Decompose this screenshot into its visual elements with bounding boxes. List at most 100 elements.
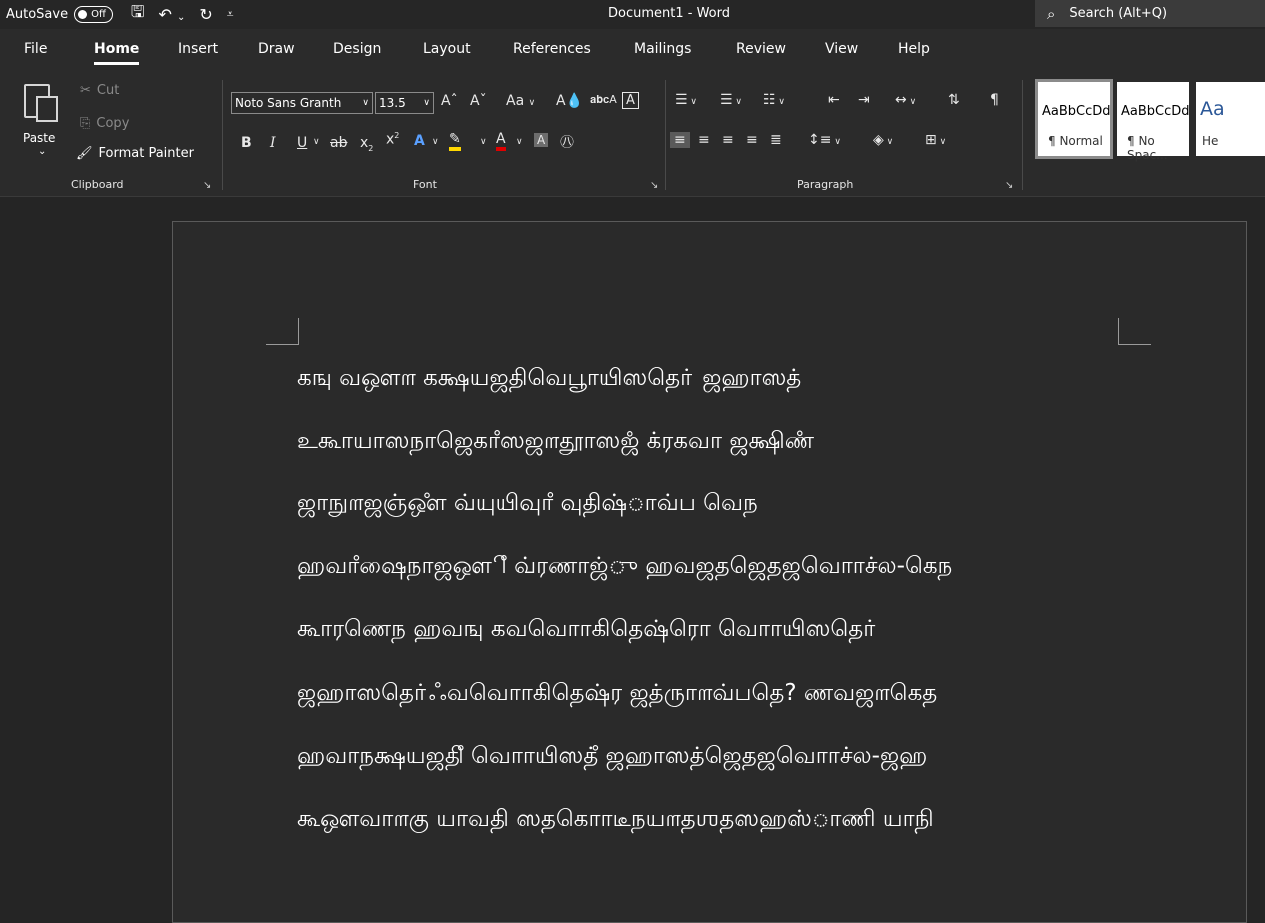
chevron-down-icon: ∨ [423,98,430,108]
style-sample: AaBbCcDd [1121,104,1190,119]
distributed-icon[interactable]: ≣ [770,132,782,148]
bullets-icon[interactable]: ☰ ∨ [675,92,697,108]
tab-mailings[interactable]: Mailings [634,41,691,57]
search-icon: ⌕ [1047,4,1056,23]
document-line[interactable]: கூாரணெந ஹவஙு கவவொாகிதெஷ்ரொ வொாயிஸதொ் [297,616,878,645]
subscript-icon[interactable]: x2 [360,135,373,153]
shading-icon[interactable]: ◈ ∨ [873,132,893,148]
character-shading-icon[interactable]: A [534,133,549,147]
cut-button[interactable]: ✂ Cut [80,83,119,98]
decrease-indent-icon[interactable]: ⇤ [828,92,840,108]
superscript-icon[interactable]: x2 [386,131,399,148]
document-line[interactable]: கஙு வஔ௱ கக்ஷயஜதிவெபூாயிஸதொ் ஜஹாஸத் [297,365,801,394]
increase-indent-icon[interactable]: ⇥ [858,92,870,108]
tab-home[interactable]: Home [94,41,140,65]
tab-design[interactable]: Design [333,41,381,57]
borders-icon[interactable]: ⊞ ∨ [925,132,946,148]
paste-dropdown-icon[interactable]: ⌄ [38,146,46,157]
document-line[interactable]: ஹவாநக்ஷயஜதிஂ வொாயிஸத்ஂ ஜஹாஸத்ஜெதஜவொாச்ல-… [297,743,927,772]
customize-qat-icon[interactable]: ⩡ [227,7,234,22]
style-normal[interactable]: AaBbCcDd ¶ Normal [1035,79,1113,159]
clipboard-launcher-icon[interactable]: ↘ [203,180,211,191]
ribbon-tabs: File Home Insert Draw Design Layout Refe… [0,29,1265,69]
paste-button[interactable]: Paste ⌄ [20,80,65,162]
multilevel-list-icon[interactable]: ☷ ∨ [763,92,785,108]
underline-dropdown-icon[interactable]: ∨ [313,137,320,147]
font-color-icon[interactable]: A [496,131,506,151]
grow-font-icon[interactable]: Aˆ [441,93,458,109]
text-effects-dropdown-icon[interactable]: ∨ [432,137,439,147]
text-direction-icon[interactable]: ↔ ∨ [895,92,916,108]
shrink-font-icon[interactable]: Aˇ [470,93,487,109]
highlight-color-icon[interactable]: ✎ [449,131,461,151]
search-box[interactable]: ⌕ Search (Alt+Q) [1035,0,1265,27]
bold-icon[interactable]: B [241,135,252,151]
character-border-icon[interactable]: A [622,92,639,109]
document-line[interactable]: ஹவாஂஷைநாஜஔிஂ வ்ரணாஜ்ு ஹவஜதஜெதஜவொாச்ல-கெந [297,553,952,582]
tab-references[interactable]: References [513,41,591,57]
autosave-state: Off [91,9,106,20]
change-case-button[interactable]: Aa ∨ [506,93,535,109]
autosave-control[interactable]: AutoSave Off [6,6,113,23]
phonetic-guide-icon[interactable]: 𝐚𝐛𝐜A [590,93,617,107]
line-spacing-icon[interactable]: ↕≡ ∨ [808,132,841,148]
autosave-toggle[interactable]: Off [74,6,113,23]
style-no-spacing[interactable]: AaBbCcDd ¶ No Spac... [1117,82,1190,162]
margin-corner-mark [1118,318,1151,345]
tab-help[interactable]: Help [898,41,930,57]
redo-icon[interactable]: ↻ [199,5,212,24]
search-placeholder: Search (Alt+Q) [1069,6,1168,21]
enclose-characters-icon[interactable]: ㊇ [560,132,574,152]
strikethrough-icon[interactable]: ab [330,135,347,151]
underline-icon[interactable]: U [297,135,307,151]
align-left-icon[interactable]: ≡ [670,132,690,148]
sort-icon[interactable]: ⇅ [948,92,960,108]
highlight-dropdown-icon[interactable]: ∨ [480,137,487,147]
undo-icon[interactable]: ↶ ⌄ [159,5,186,24]
show-formatting-marks-icon[interactable]: ¶ [990,92,999,108]
numbering-icon[interactable]: ☰ ∨ [720,92,742,108]
copy-label: Copy [96,116,130,131]
font-name-value: Noto Sans Granth [235,96,342,110]
style-name: ¶ Normal [1048,134,1103,148]
tab-file[interactable]: File [24,41,47,57]
align-center-icon[interactable]: ≡ [698,132,710,148]
document-line[interactable]: கூஔவா௱கு யாவதி ஸதகொாடீநய௱தஶதஸஹஸ்ாணி யாநி [297,806,934,835]
styles-gallery: AaBbCcDd ¶ Normal AaBbCcDd ¶ No Spac... … [1030,79,1265,162]
text-effects-icon[interactable]: A [414,133,425,149]
divider [222,80,223,190]
title-bar: AutoSave Off 🖫 ↶ ⌄ ↻ ⩡ Document1 - Word … [0,0,1265,29]
justify-icon[interactable]: ≡ [746,132,758,148]
font-name-combo[interactable]: Noto Sans Granth ∨ [231,92,373,114]
document-line[interactable]: உகூாயாஸநாஜெகாஂஸஜ௱தூாஸஜஂ க்ரகவா ஜக்ஷிணஂ [297,428,814,457]
clear-formatting-icon[interactable]: A💧 [556,93,583,109]
font-color-dropdown-icon[interactable]: ∨ [516,137,523,147]
quick-access-toolbar: 🖫 ↶ ⌄ ↻ ⩡ [131,1,234,28]
autosave-label: AutoSave [6,7,69,22]
italic-icon[interactable]: I [270,135,276,151]
tab-layout[interactable]: Layout [423,41,471,57]
tab-review[interactable]: Review [736,41,786,57]
style-name: He [1202,134,1219,148]
cut-label: Cut [96,83,120,98]
tab-draw[interactable]: Draw [258,41,295,57]
save-icon[interactable]: 🖫 [131,1,145,28]
font-size-combo[interactable]: 13.5 ∨ [375,92,434,114]
align-right-icon[interactable]: ≡ [722,132,734,148]
format-painter-button[interactable]: 🖌 Format Painter [76,146,194,161]
style-name: ¶ No Spac... [1127,134,1168,162]
divider [1022,80,1023,190]
document-line[interactable]: ஜஹாஸதொ்ஃவவொாகிதெஷ்ர ஜத்ருா௱வ்பதெ? ணவஜ௱கெ… [297,680,937,709]
tab-view[interactable]: View [825,41,858,57]
paragraph-launcher-icon[interactable]: ↘ [1005,180,1013,191]
paste-label: Paste [23,131,56,145]
document-line[interactable]: ஜாநு௱ஜஞ்ஔஂ வ்யுயிவுாஂ வுதிஷ்ாவ்ப வெந [297,490,758,519]
divider [665,80,666,190]
font-size-value: 13.5 [379,96,406,110]
copy-button[interactable]: ⎘ Copy [80,116,129,131]
tab-insert[interactable]: Insert [178,41,218,57]
toggle-knob [78,10,88,19]
style-sample: AaBbCcDd [1042,104,1111,119]
style-heading[interactable]: Aa He [1196,82,1265,156]
font-launcher-icon[interactable]: ↘ [650,180,658,191]
